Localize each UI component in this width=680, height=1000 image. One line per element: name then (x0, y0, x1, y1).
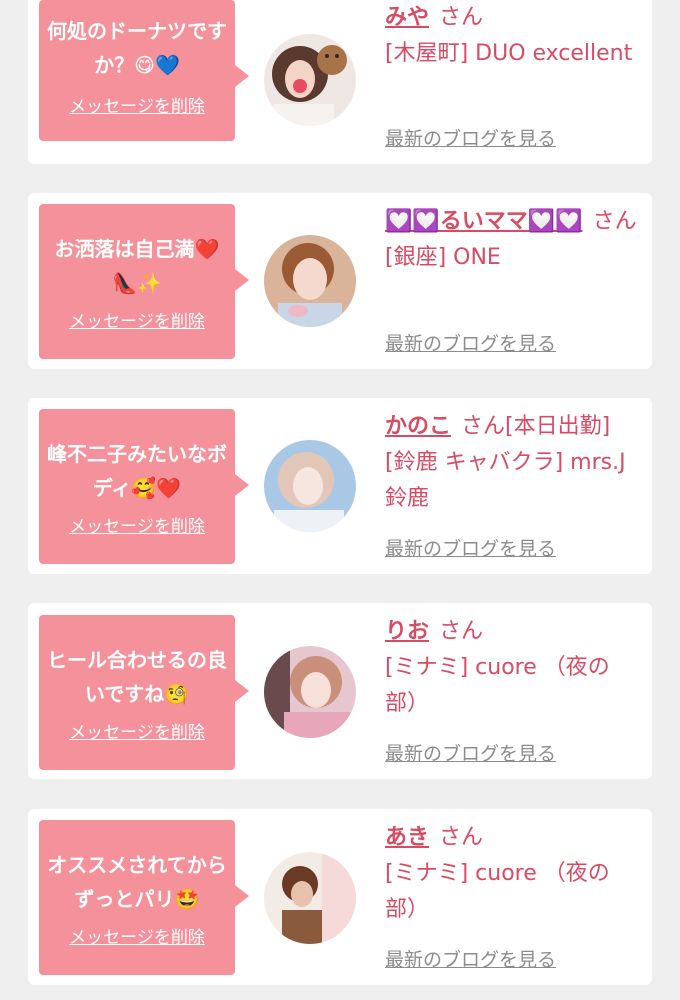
cast-name-link[interactable]: かのこ (385, 414, 451, 439)
latest-blog-link[interactable]: 最新のブログを見る (385, 534, 556, 561)
message-list: 何処のドーナツですか？😋💙 メッセージを削除 みや さん [木屋町] DUO ex… (0, 0, 680, 1000)
honorific: さん (439, 619, 484, 644)
honorific: さん (592, 209, 637, 234)
avatar-photo (264, 852, 356, 944)
cast-status: [本日出勤] (505, 414, 611, 439)
cast-info: かのこ さん[本日出勤] [鈴鹿 キャバクラ] mrs.J 鈴鹿 (385, 409, 641, 517)
cast-name-link[interactable]: みや (385, 5, 429, 30)
avatar-photo (264, 646, 356, 738)
message-bubble: お洒落は自己満❤️👠✨ メッセージを削除 (39, 204, 249, 359)
avatar-photo (264, 440, 356, 532)
cast-name-link[interactable]: りお (385, 619, 429, 644)
message-card: 峰不二子みたいなボディ🥰❤️ メッセージを削除 かのこ さん[本日出勤] [鈴鹿 … (28, 398, 652, 574)
delete-message-link[interactable]: メッセージを削除 (39, 92, 235, 117)
cast-avatar[interactable] (264, 34, 356, 126)
latest-blog-link[interactable]: 最新のブログを見る (385, 739, 556, 766)
avatar-photo (264, 34, 356, 126)
message-text: お洒落は自己満❤️👠✨ (54, 237, 220, 295)
delete-message-link[interactable]: メッセージを削除 (39, 512, 235, 537)
shop-label: [銀座] ONE (385, 245, 501, 270)
cast-name-line: かのこ さん[本日出勤] (385, 409, 641, 445)
honorific: さん (461, 414, 506, 439)
shop-label: [鈴鹿 キャバクラ] mrs.J 鈴鹿 (385, 450, 626, 511)
cast-name-line: あき さん (385, 820, 641, 856)
message-bubble: 峰不二子みたいなボディ🥰❤️ メッセージを削除 (39, 409, 249, 564)
latest-blog-link[interactable]: 最新のブログを見る (385, 329, 556, 356)
message-text: オススメされてからずっとパリ🤩 (47, 853, 227, 911)
message-bubble: ヒール合わせるの良いですね🧐 メッセージを削除 (39, 615, 249, 770)
shop-label: [木屋町] DUO excellent (385, 41, 633, 66)
cast-avatar[interactable] (264, 646, 356, 738)
message-bubble: 何処のドーナツですか？😋💙 メッセージを削除 (39, 0, 249, 141)
message-card: お洒落は自己満❤️👠✨ メッセージを削除 💟💟るいママ💟💟 さん [銀座] ONE… (28, 193, 652, 369)
delete-message-link[interactable]: メッセージを削除 (39, 923, 235, 948)
cast-name-link[interactable]: 💟💟るいママ💟💟 (385, 209, 583, 234)
message-text: 峰不二子みたいなボディ🥰❤️ (47, 442, 227, 500)
cast-name-line: りお さん (385, 614, 641, 650)
message-text: ヒール合わせるの良いですね🧐 (47, 648, 227, 706)
latest-blog-link[interactable]: 最新のブログを見る (385, 945, 556, 972)
cast-info: みや さん [木屋町] DUO excellent (385, 0, 641, 72)
honorific: さん (439, 825, 484, 850)
delete-message-link[interactable]: メッセージを削除 (39, 718, 235, 743)
cast-avatar[interactable] (264, 440, 356, 532)
cast-name-link[interactable]: あき (385, 825, 429, 850)
message-bubble: オススメされてからずっとパリ🤩 メッセージを削除 (39, 820, 249, 975)
cast-info: りお さん [ミナミ] cuore （夜の部） (385, 614, 641, 722)
message-card: 何処のドーナツですか？😋💙 メッセージを削除 みや さん [木屋町] DUO ex… (28, 0, 652, 164)
cast-avatar[interactable] (264, 852, 356, 944)
message-card: オススメされてからずっとパリ🤩 メッセージを削除 あき さん [ミナミ] cuor… (28, 809, 652, 985)
cast-name-line: 💟💟るいママ💟💟 さん (385, 204, 641, 240)
shop-label: [ミナミ] cuore （夜の部） (385, 861, 610, 922)
message-card: ヒール合わせるの良いですね🧐 メッセージを削除 りお さん [ミナミ] cuore… (28, 603, 652, 779)
cast-info: あき さん [ミナミ] cuore （夜の部） (385, 820, 641, 928)
message-text: 何処のドーナツですか？😋💙 (47, 19, 227, 77)
latest-blog-link[interactable]: 最新のブログを見る (385, 124, 556, 151)
avatar-photo (264, 235, 356, 327)
honorific: さん (439, 5, 484, 30)
cast-name-line: みや さん (385, 0, 641, 36)
cast-avatar[interactable] (264, 235, 356, 327)
delete-message-link[interactable]: メッセージを削除 (39, 307, 235, 332)
shop-label: [ミナミ] cuore （夜の部） (385, 655, 610, 716)
cast-info: 💟💟るいママ💟💟 さん [銀座] ONE (385, 204, 641, 276)
